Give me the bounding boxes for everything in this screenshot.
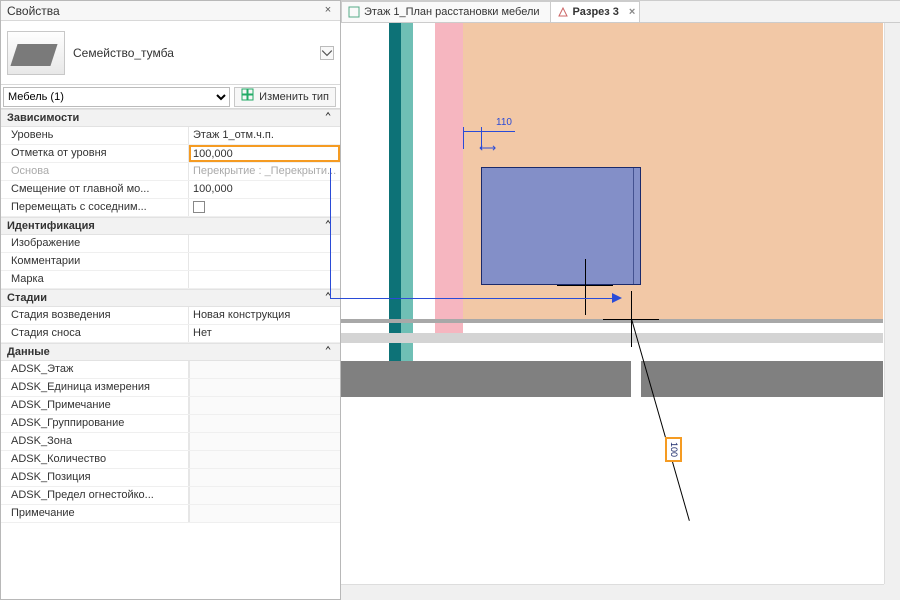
property-groups: Зависимости ⌃ Уровень Этаж 1_отм.ч.п. От…	[1, 109, 340, 599]
prop-host-offset[interactable]: Смещение от главной мо... 100,000	[1, 181, 340, 199]
edit-type-label: Изменить тип	[259, 91, 329, 103]
scrollbar-vertical[interactable]	[884, 23, 900, 584]
callout-line	[330, 168, 331, 298]
dimension-tick	[463, 127, 464, 149]
tab-section[interactable]: Разрез 3 ×	[550, 1, 641, 22]
prop-adsk-pos[interactable]: ADSK_Позиция	[1, 469, 340, 487]
properties-panel: Свойства × Семейство_тумба Мебель (1) Из…	[0, 0, 341, 600]
tab-plan[interactable]: Этаж 1_План расстановки мебели	[341, 1, 551, 22]
cursor-crosshair	[585, 259, 586, 315]
instance-selector-row: Мебель (1) Изменить тип	[1, 85, 340, 109]
prop-phase-created[interactable]: Стадия возведения Новая конструкция	[1, 307, 340, 325]
prop-note[interactable]: Примечание	[1, 505, 340, 523]
group-header-data[interactable]: Данные ⌃	[1, 343, 340, 361]
prop-adsk-qty[interactable]: ADSK_Количество	[1, 451, 340, 469]
collapse-icon[interactable]: ⌃	[322, 112, 334, 124]
slab-segment	[341, 361, 631, 397]
prop-level[interactable]: Уровень Этаж 1_отм.ч.п.	[1, 127, 340, 145]
arrow-icon	[612, 293, 622, 303]
checkbox[interactable]	[193, 201, 205, 213]
instance-selector[interactable]: Мебель (1)	[3, 87, 230, 107]
floor-layer	[341, 333, 883, 343]
chevron-down-icon[interactable]	[320, 46, 334, 60]
prop-adsk-note[interactable]: ADSK_Примечание	[1, 397, 340, 415]
prop-adsk-group[interactable]: ADSK_Группирование	[1, 415, 340, 433]
group-header-dependencies[interactable]: Зависимости ⌃	[1, 109, 340, 127]
family-selector[interactable]: Семейство_тумба	[1, 21, 340, 85]
wall-layer-pink	[435, 23, 463, 333]
group-header-identification[interactable]: Идентификация ⌃	[1, 217, 340, 235]
prop-base: Основа Перекрытие : _Перекрыти...	[1, 163, 340, 181]
collapse-icon[interactable]: ⌃	[322, 220, 334, 232]
drawing-canvas[interactable]: 110 ⟷ 100	[341, 23, 900, 600]
section-icon	[557, 6, 569, 18]
prop-adsk-fire[interactable]: ADSK_Предел огнестойко...	[1, 487, 340, 505]
properties-title: Свойства	[7, 4, 320, 18]
dimension-line	[463, 131, 515, 132]
family-thumbnail	[7, 31, 65, 75]
dimension-value: 110	[496, 117, 512, 128]
family-name: Семейство_тумба	[73, 46, 312, 60]
scrollbar-corner	[884, 584, 900, 600]
close-icon[interactable]: ×	[629, 6, 635, 18]
prop-offset[interactable]: Отметка от уровня 100,000	[1, 145, 340, 163]
plan-icon	[348, 6, 360, 18]
prop-adsk-floor[interactable]: ADSK_Этаж	[1, 361, 340, 379]
group-header-phases[interactable]: Стадии ⌃	[1, 289, 340, 307]
edit-type-icon	[241, 88, 255, 105]
close-icon[interactable]: ×	[320, 3, 336, 19]
callout-line	[330, 298, 612, 299]
prop-comments[interactable]: Комментарии	[1, 253, 340, 271]
dimension-tag[interactable]: 100	[665, 437, 682, 462]
properties-titlebar: Свойства ×	[1, 1, 340, 21]
wall-layer-teal-light	[401, 23, 413, 361]
view-tabs: Этаж 1_План расстановки мебели Разрез 3 …	[341, 1, 900, 23]
prop-image[interactable]: Изображение	[1, 235, 340, 253]
prop-move-with-host[interactable]: Перемещать с соседним...	[1, 199, 340, 217]
edit-type-button[interactable]: Изменить тип	[234, 87, 336, 107]
prop-phase-demolished[interactable]: Стадия сноса Нет	[1, 325, 340, 343]
slab-segment	[641, 361, 883, 397]
prop-adsk-zone[interactable]: ADSK_Зона	[1, 433, 340, 451]
wall-layer-teal-dark	[389, 23, 401, 361]
scrollbar-horizontal[interactable]	[341, 584, 884, 600]
collapse-icon[interactable]: ⌃	[322, 346, 334, 358]
prop-adsk-unit[interactable]: ADSK_Единица измерения	[1, 379, 340, 397]
prop-mark[interactable]: Марка	[1, 271, 340, 289]
furniture-element[interactable]	[481, 167, 641, 285]
dimension-arrow: ⟷	[479, 141, 496, 155]
leader-line	[631, 319, 690, 521]
